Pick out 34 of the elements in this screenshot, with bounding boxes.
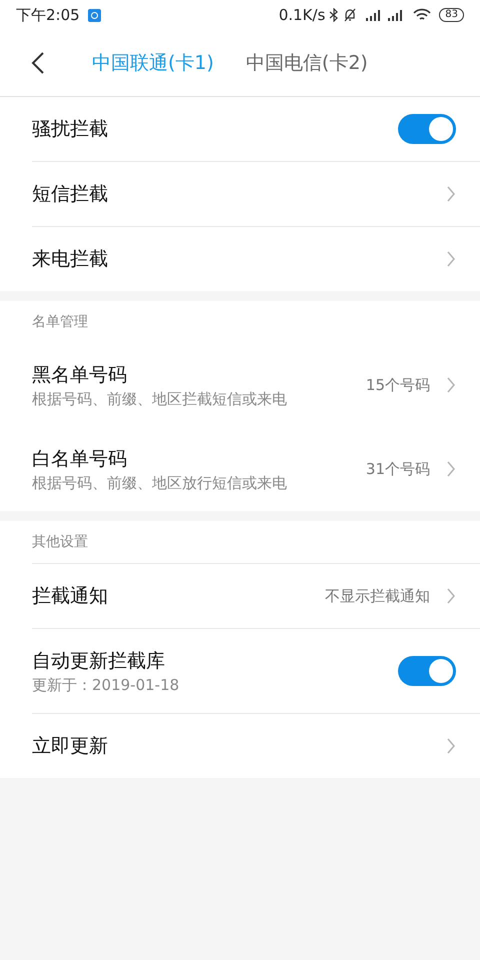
row-value: 不显示拦截通知: [325, 586, 430, 607]
row-value: 15个号码: [366, 374, 430, 396]
sim-tab[interactable]: 中国电信(卡2): [238, 44, 376, 82]
status-time: 下午2:05: [16, 4, 80, 26]
muted-bell-icon: [343, 8, 358, 22]
row-value: 31个号码: [366, 458, 430, 480]
back-icon: [31, 51, 45, 75]
row-subtitle: 根据号码、前缀、地区放行短信或来电: [32, 473, 288, 493]
wifi-icon: [413, 8, 432, 22]
row-title: 拦截通知: [32, 584, 109, 609]
sim-tab[interactable]: 中国联通(卡1): [84, 44, 222, 82]
row-title: 立即更新: [32, 734, 109, 759]
bluetooth-icon: [329, 8, 340, 22]
toggle-switch[interactable]: [398, 114, 456, 144]
section-header: 其他设置: [32, 532, 88, 552]
chevron-right-icon: [446, 250, 456, 268]
chevron-right-icon: [446, 737, 456, 755]
row-subtitle: 更新于：2019-01-18: [32, 675, 180, 695]
row-title: 黑名单号码: [32, 363, 128, 388]
row-title: 骚扰拦截: [32, 117, 109, 142]
app-notification-icon: [88, 8, 101, 22]
section-header: 名单管理: [32, 312, 88, 332]
chevron-right-icon: [446, 185, 456, 203]
row-title: 短信拦截: [32, 182, 109, 207]
chevron-right-icon: [446, 460, 456, 478]
battery-indicator: 83: [439, 8, 464, 22]
row-title: 自动更新拦截库: [32, 649, 166, 674]
chevron-right-icon: [446, 376, 456, 394]
chevron-right-icon: [446, 587, 456, 605]
row-title: 来电拦截: [32, 247, 109, 272]
row-title: 白名单号码: [32, 447, 128, 472]
toggle-switch[interactable]: [398, 656, 456, 686]
row-subtitle: 根据号码、前缀、地区拦截短信或来电: [32, 389, 288, 409]
network-speed: 0.1K/s: [278, 4, 326, 26]
